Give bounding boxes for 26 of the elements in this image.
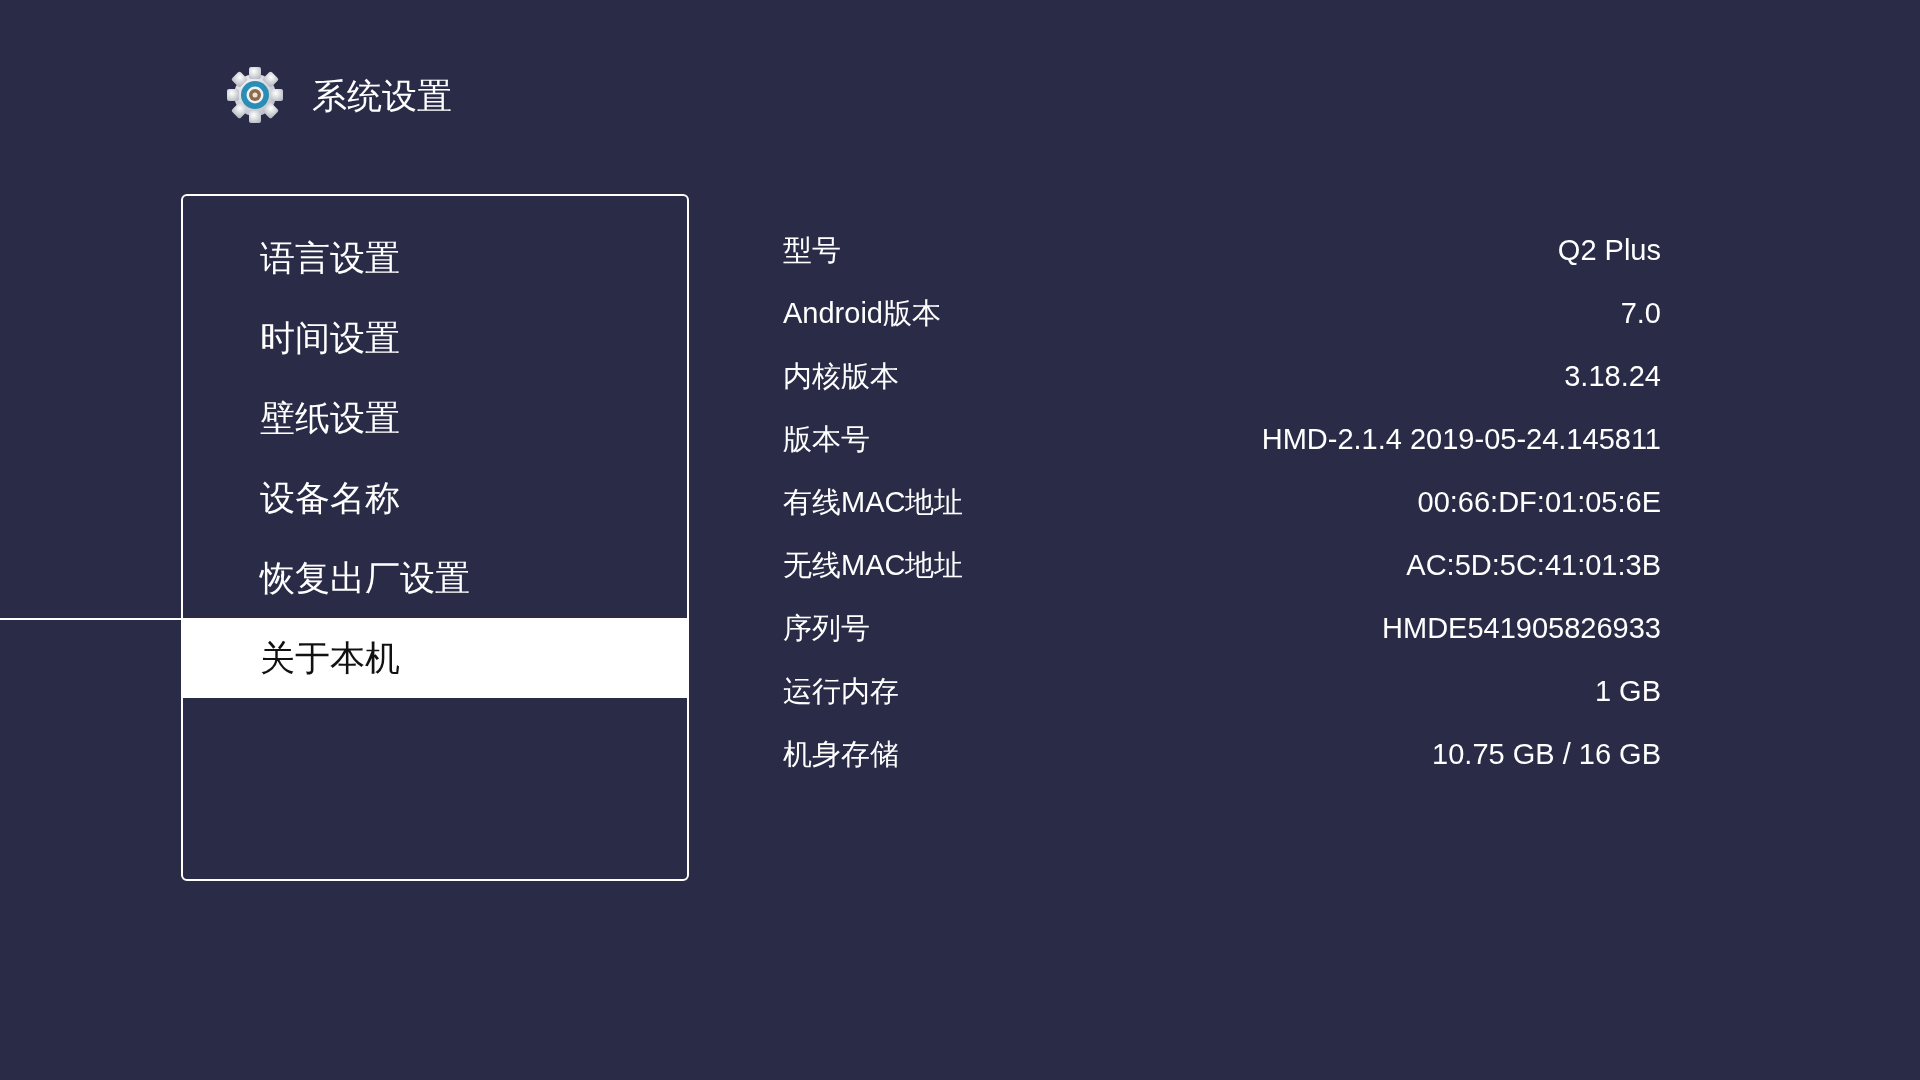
info-label: 机身存储 — [783, 736, 899, 772]
info-label: 有线MAC地址 — [783, 484, 964, 520]
info-label: 序列号 — [783, 610, 870, 646]
menu-item[interactable]: 时间设置 — [183, 298, 687, 378]
settings-icon — [227, 67, 283, 123]
menu-item[interactable]: 关于本机 — [183, 618, 687, 698]
info-label: 内核版本 — [783, 358, 899, 394]
info-value: 10.75 GB / 16 GB — [1432, 736, 1661, 772]
info-label: 运行内存 — [783, 673, 899, 709]
info-value: HMD-2.1.4 2019-05-24.145811 — [1261, 421, 1661, 457]
info-label: 型号 — [783, 232, 841, 268]
info-value: 1 GB — [1594, 673, 1661, 709]
info-value: Q2 Plus — [1557, 232, 1661, 268]
menu-item[interactable]: 恢复出厂设置 — [183, 538, 687, 618]
info-label: 版本号 — [783, 421, 870, 457]
page-title: 系统设置 — [312, 77, 452, 113]
info-value: HMDE541905826933 — [1382, 610, 1661, 646]
info-value: AC:5D:5C:41:01:3B — [1406, 547, 1661, 583]
info-label: 无线MAC地址 — [783, 547, 964, 583]
menu-item[interactable]: 壁纸设置 — [183, 378, 687, 458]
info-label: Android版本 — [783, 295, 941, 331]
info-value: 3.18.24 — [1564, 358, 1661, 394]
menu-item[interactable]: 语言设置 — [183, 218, 687, 298]
info-value: 7.0 — [1620, 295, 1661, 331]
info-value: 00:66:DF:01:05:6E — [1417, 484, 1661, 520]
menu-item[interactable]: 设备名称 — [183, 458, 687, 538]
